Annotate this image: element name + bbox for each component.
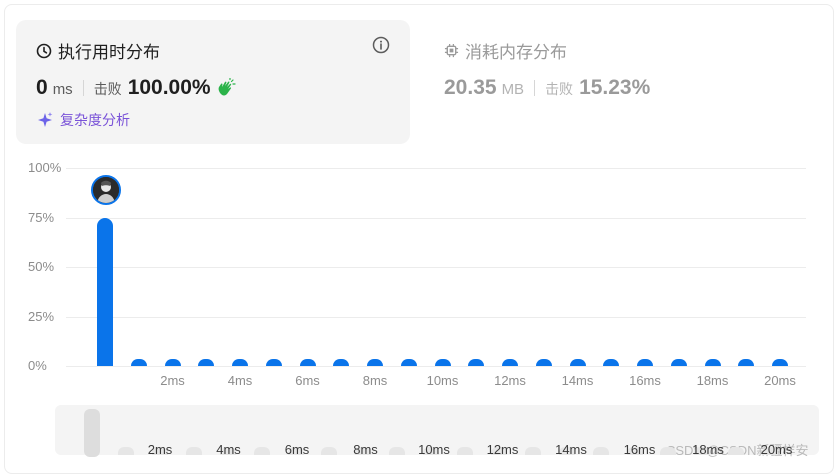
range-tick-label: 12ms — [486, 442, 519, 457]
range-tick-label: 14ms — [555, 442, 587, 457]
bar-16ms[interactable] — [637, 359, 653, 366]
gridline — [66, 168, 806, 169]
clock-icon — [36, 43, 52, 58]
runtime-value: 0 — [36, 76, 48, 99]
sparkle-icon — [38, 112, 53, 127]
memory-title-row: 消耗内存分布 — [444, 38, 567, 63]
divider — [534, 80, 536, 96]
x-tick-label: 10ms — [426, 373, 459, 388]
range-tick-label: 20ms — [760, 442, 793, 457]
bar-8ms[interactable] — [367, 359, 383, 366]
memory-stats: 20.35 MB 击败 15.23% — [444, 76, 650, 100]
complexity-analysis-link[interactable]: 复杂度分析 — [36, 110, 130, 130]
x-tick-label: 12ms — [494, 373, 526, 388]
y-tick-label: 100% — [28, 160, 62, 175]
x-tick-label: 16ms — [629, 373, 661, 388]
range-tick-label: 4ms — [216, 442, 241, 457]
bar-2ms[interactable] — [164, 359, 181, 366]
bar-5ms[interactable] — [265, 359, 282, 366]
gridline — [66, 267, 806, 268]
y-tick-label: 25% — [28, 308, 55, 324]
runtime-unit: ms — [52, 81, 73, 98]
range-tick-label: 8ms — [353, 442, 378, 457]
runtime-card[interactable]: 执行用时分布 0 ms 击败 100.00% 复杂度分析 — [16, 20, 410, 144]
runtime-stats: 0 ms 击败 100.00% — [36, 76, 236, 100]
runtime-beat-label: 击败 — [93, 81, 122, 97]
bar-4ms[interactable] — [232, 359, 248, 366]
range-mini-bar — [321, 447, 338, 455]
range-mini-bar — [524, 447, 541, 455]
bar-7ms[interactable] — [333, 359, 350, 366]
memory-beat-value: 15.23% — [579, 76, 651, 99]
bar-0ms[interactable] — [97, 218, 113, 366]
bar-14ms[interactable] — [569, 359, 586, 366]
bar-13ms[interactable] — [535, 359, 552, 366]
y-tick-label: 75% — [28, 209, 55, 225]
range-tick-label: 2ms — [147, 442, 173, 457]
bar-3ms[interactable] — [198, 359, 215, 366]
x-tick-label: 8ms — [362, 373, 388, 388]
range-handle[interactable] — [84, 409, 100, 457]
x-tick-label: 4ms — [227, 373, 253, 388]
memory-card[interactable]: 消耗内存分布 20.35 MB 击败 15.23% — [444, 20, 824, 144]
divider — [82, 80, 84, 96]
y-tick-label: 0% — [28, 358, 47, 373]
chip-icon — [444, 43, 459, 58]
bar-18ms[interactable] — [704, 359, 721, 366]
range-mini-bar — [253, 447, 270, 455]
runtime-beat-value: 100.00% — [127, 76, 211, 99]
bar-10ms[interactable] — [434, 359, 451, 366]
bar-12ms[interactable] — [502, 359, 518, 366]
bar-15ms[interactable] — [603, 359, 620, 366]
range-tick-label: 6ms — [284, 442, 310, 457]
distribution-panel: 执行用时分布 0 ms 击败 100.00% 复杂度分析 消耗内存分布 20.3… — [0, 0, 834, 474]
range-mini-bar — [118, 447, 134, 455]
range-mini-bar — [457, 447, 473, 455]
user-avatar[interactable] — [91, 175, 121, 205]
info-icon[interactable] — [372, 36, 390, 54]
runtime-title-row: 执行用时分布 — [36, 38, 160, 63]
memory-unit: MB — [501, 81, 525, 98]
bar-6ms[interactable] — [299, 359, 316, 366]
x-tick-label: 18ms — [696, 373, 729, 388]
y-tick-label: 50% — [28, 259, 55, 274]
clap-hands-icon — [218, 78, 236, 96]
bar-17ms[interactable] — [670, 359, 687, 366]
range-tick-label: 10ms — [418, 442, 450, 457]
runtime-title: 执行用时分布 — [58, 43, 160, 62]
gridline — [66, 316, 806, 318]
range-mini-bar — [728, 447, 745, 455]
bar-11ms[interactable] — [468, 359, 485, 366]
range-tick-label: 18ms — [692, 442, 724, 457]
complexity-analysis-label: 复杂度分析 — [60, 112, 130, 128]
range-tick-label: 16ms — [623, 442, 656, 457]
gridline — [66, 217, 806, 219]
memory-title: 消耗内存分布 — [465, 43, 567, 62]
range-mini-bar — [592, 447, 609, 455]
range-mini-bar — [660, 447, 677, 455]
memory-value: 20.35 — [444, 76, 497, 99]
bar-20ms[interactable] — [772, 359, 788, 366]
x-tick-label: 2ms — [160, 373, 185, 388]
memory-beat-label: 击败 — [545, 81, 574, 97]
avatar-image — [93, 177, 119, 203]
x-tick-label: 14ms — [561, 373, 594, 388]
bar-19ms[interactable] — [738, 359, 755, 366]
x-tick-label: 20ms — [764, 373, 796, 388]
range-mini-bar — [185, 447, 202, 455]
range-mini-bar — [389, 447, 406, 455]
gridline — [66, 366, 806, 367]
bar-1ms[interactable] — [130, 359, 147, 366]
x-tick-label: 6ms — [295, 373, 320, 388]
bar-9ms[interactable] — [400, 359, 417, 366]
